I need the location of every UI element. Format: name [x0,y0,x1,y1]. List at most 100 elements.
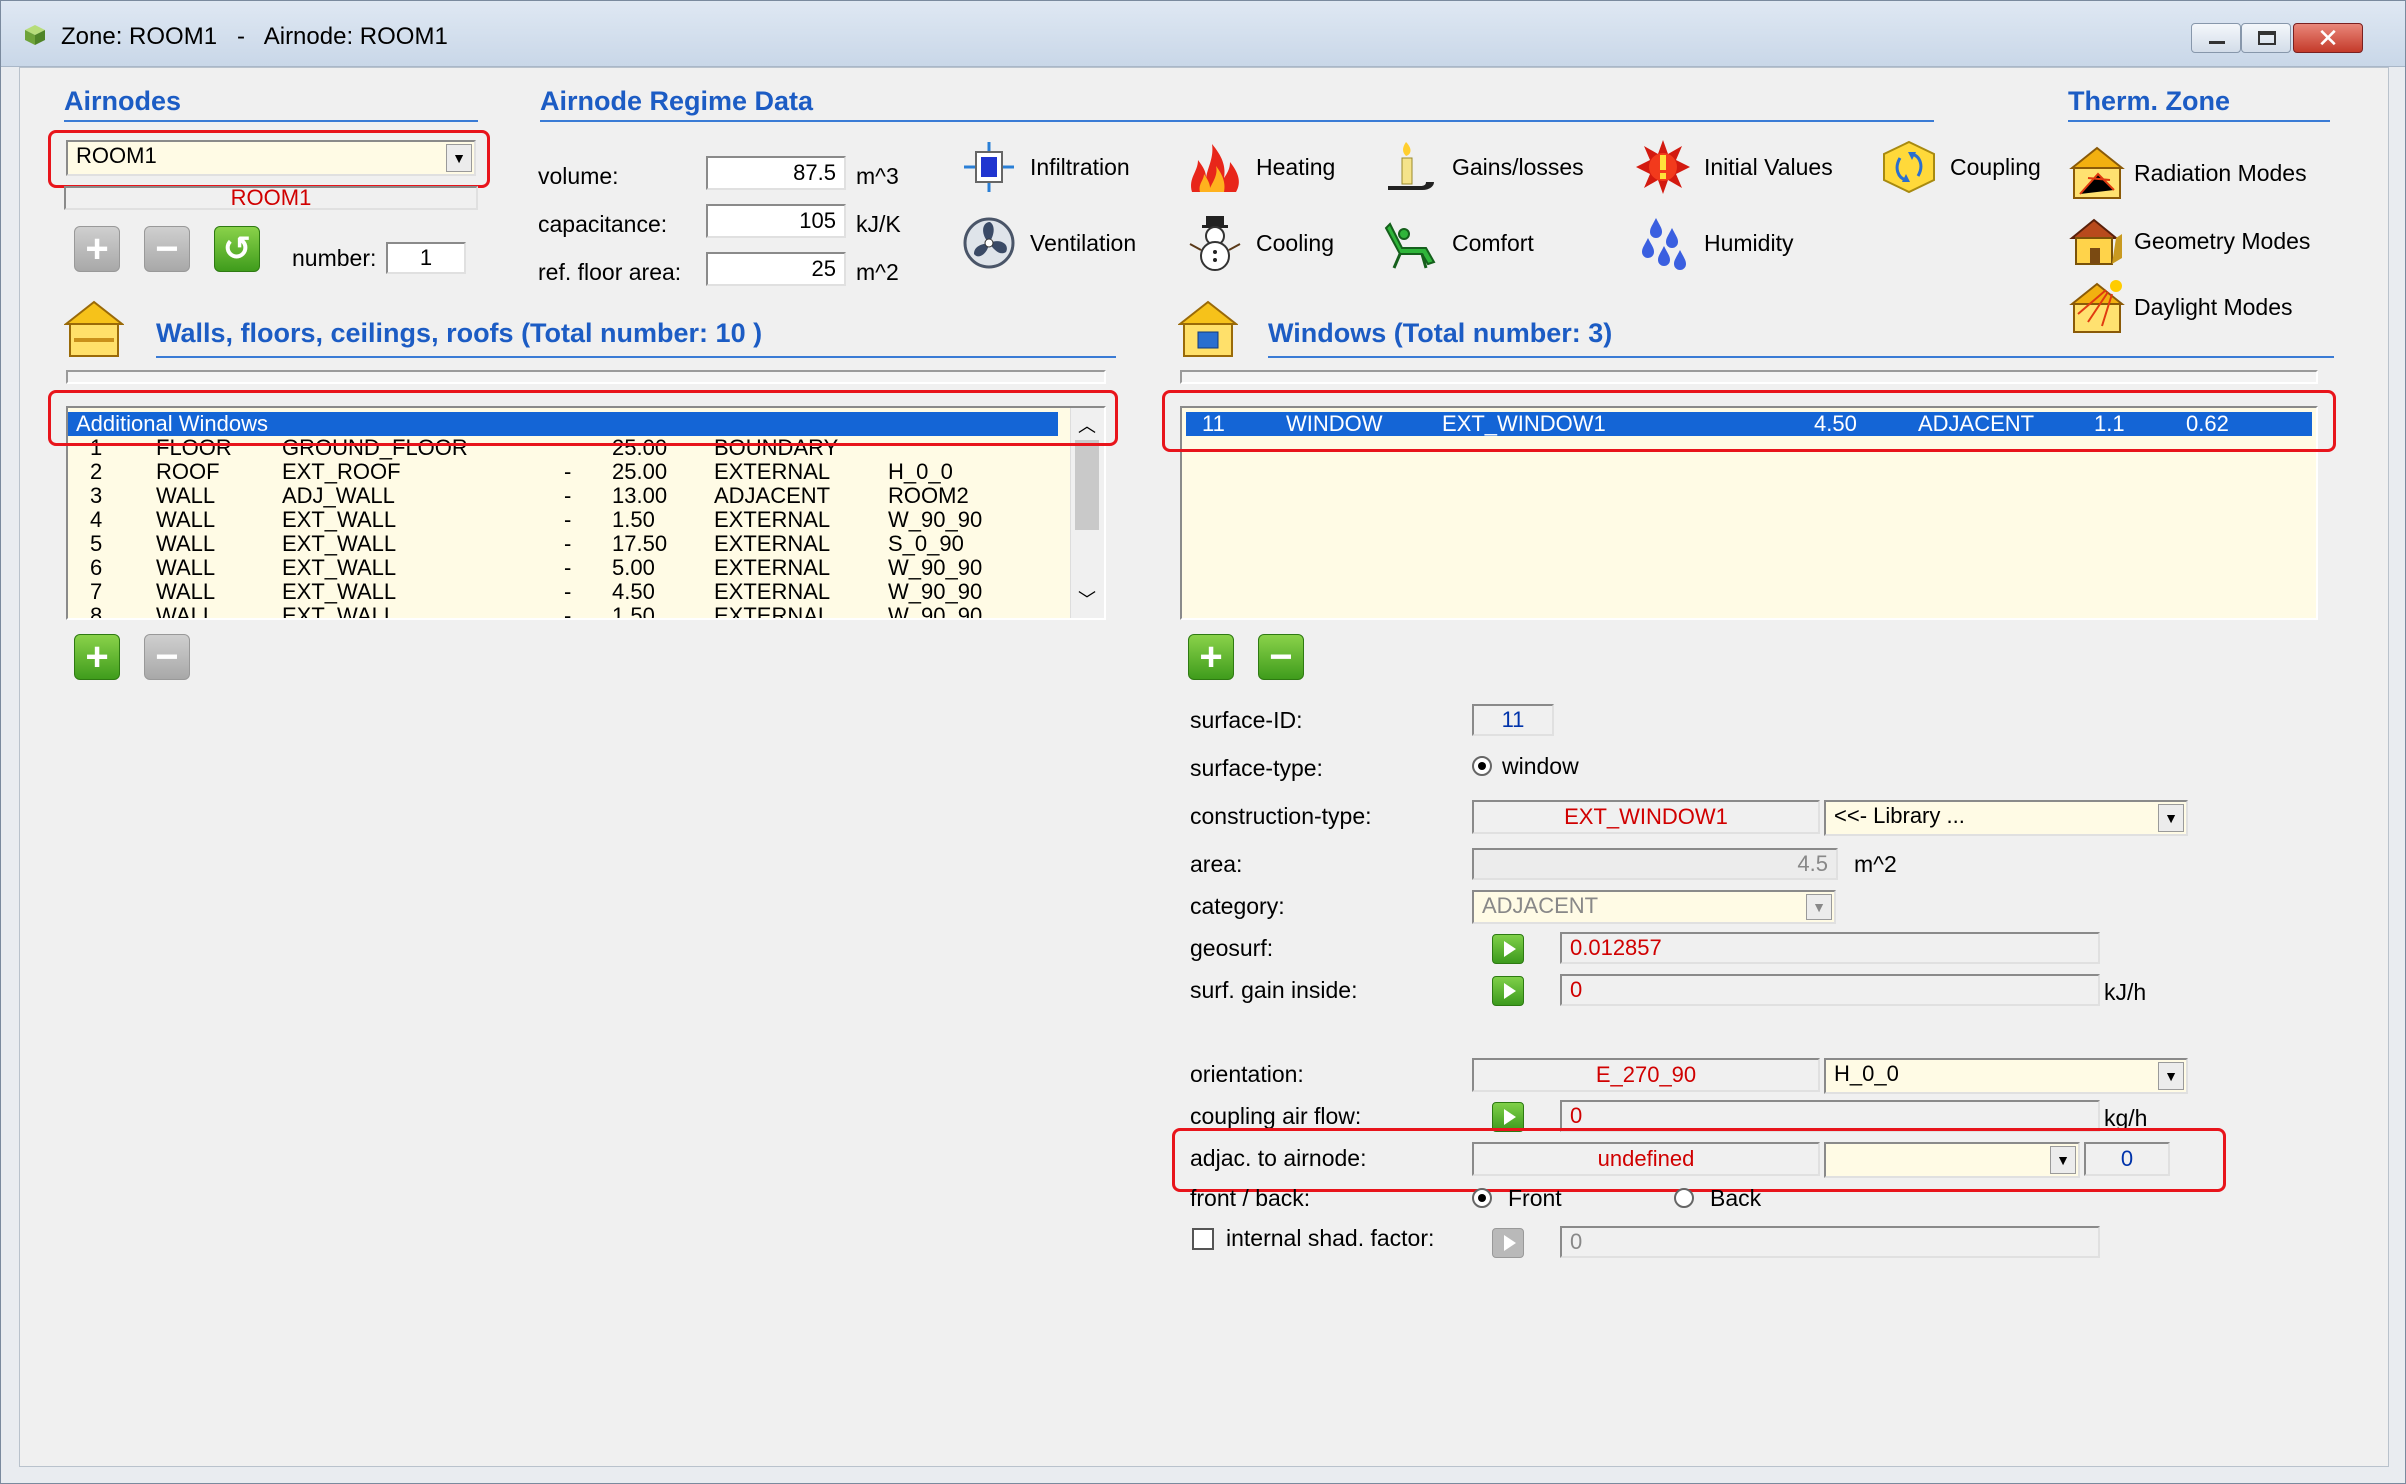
windows-column-header [1180,370,2318,384]
scroll-thumb[interactable] [1075,440,1099,530]
internal-shad-play-button[interactable] [1492,1228,1524,1258]
walls-list[interactable]: Additional Windows 1 FLOOR GROUND_FLOOR 25.… [66,406,1106,620]
close-icon[interactable]: ✕ [2293,23,2363,53]
table-row[interactable]: 11 WINDOW EXT_WINDOW1 4.50 ADJACENT 1.1 0.62 [1186,412,2312,436]
chevron-down-icon[interactable]: ▼ [1806,894,1832,920]
table-cell: - [564,603,572,620]
coupling-air-flow-field[interactable]: 0 [1560,1100,2100,1132]
chevron-down-icon[interactable]: ▼ [446,144,472,172]
table-cell: EXTERNAL [714,603,831,620]
geosurf-play-button[interactable] [1492,934,1524,964]
table-cell: 5.00 [612,555,655,580]
remove-wall-button[interactable]: − [144,634,190,680]
capacitance-input[interactable]: 105 [706,204,846,238]
alert-burst-icon [1634,138,1692,196]
internal-shad-checkbox[interactable] [1192,1228,1214,1250]
infiltration-button[interactable]: Infiltration [960,138,1130,196]
humidity-button[interactable]: Humidity [1634,214,1793,272]
walls-scrollbar[interactable]: ︿ ﹀ [1070,408,1104,618]
category-select[interactable]: ADJACENT ▼ [1472,890,1836,924]
remove-airnode-button[interactable]: − [144,226,190,272]
floor-area-unit: m^2 [856,259,899,285]
plus-icon: + [1199,635,1223,679]
adjac-airnode-number[interactable]: 0 [2084,1142,2170,1176]
cooling-button[interactable]: Cooling [1186,214,1334,272]
volume-unit: m^3 [856,163,899,189]
table-cell: ADJACENT [1918,411,2035,436]
add-wall-button[interactable]: + [74,634,120,680]
internal-shad-field[interactable]: 0 [1560,1226,2100,1258]
remove-window-button[interactable]: − [1258,634,1304,680]
front-radio[interactable] [1472,1188,1492,1208]
table-row[interactable]: 3 WALL ADJ_WALL - 13.00 ADJACENT ROOM2 [68,484,1058,508]
back-radio[interactable] [1674,1188,1694,1208]
refresh-airnode-button[interactable]: ↺ [214,226,260,272]
surf-gain-field[interactable]: 0 [1560,974,2100,1006]
chevron-down-icon[interactable]: ▼ [2158,1062,2184,1090]
initial-values-button[interactable]: Initial Values [1634,138,1833,196]
daylight-modes-button[interactable]: Daylight Modes [2068,278,2293,336]
airnode-name-field[interactable]: ROOM1 [64,186,478,210]
table-row[interactable]: 5 WALL EXT_WALL - 17.50 EXTERNAL S_0_90 [68,532,1058,556]
table-cell: - [564,555,572,580]
airnode-number-field[interactable]: 1 [386,242,466,274]
area-field[interactable]: 4.5 [1472,848,1838,880]
table-cell: FLOOR [156,435,232,460]
chevron-down-icon[interactable]: ▼ [2050,1146,2076,1174]
chevron-down-icon[interactable]: ▼ [2158,804,2184,832]
geosurf-field[interactable]: 0.012857 [1560,932,2100,964]
table-row[interactable]: 6 WALL EXT_WALL - 5.00 EXTERNAL W_90_90 [68,556,1058,580]
heating-button[interactable]: Heating [1186,138,1335,196]
table-cell: ADJACENT [714,483,831,508]
comfort-button[interactable]: Comfort [1382,214,1534,272]
table-cell: EXT_WINDOW1 [1442,411,1606,436]
table-cell: 17.50 [612,531,668,556]
table-row[interactable]: 2 ROOF EXT_ROOF - 25.00 EXTERNAL H_0_0 [68,460,1058,484]
coupling-button[interactable]: Coupling [1880,138,2041,196]
window-radio[interactable] [1472,756,1492,776]
table-cell: - [564,579,572,604]
table-cell: EXT_WALL [282,579,397,604]
table-cell: EXT_WALL [282,603,397,620]
table-row[interactable]: 4 WALL EXT_WALL - 1.50 EXTERNAL W_90_90 [68,508,1058,532]
app-cube-icon [23,23,47,47]
add-window-button[interactable]: + [1188,634,1234,680]
orientation-field[interactable]: E_270_90 [1472,1058,1820,1092]
adjac-airnode-select[interactable]: ▼ [1824,1142,2080,1178]
table-cell: BOUNDARY [714,435,839,460]
scroll-down-icon[interactable]: ﹀ [1071,586,1103,612]
windows-list[interactable]: 11 WINDOW EXT_WINDOW1 4.50 ADJACENT 1.1 0.62 [1180,406,2318,620]
construction-type-field[interactable]: EXT_WINDOW1 [1472,800,1820,834]
volume-input[interactable]: 87.5 [706,156,846,190]
orientation-select[interactable]: H_0_0 ▼ [1824,1058,2188,1094]
plus-icon: + [85,227,109,271]
airnode-select[interactable]: ROOM1 ▼ [66,140,476,176]
surface-id-field[interactable]: 11 [1472,704,1554,736]
table-cell: EXTERNAL [714,531,831,556]
geometry-modes-button[interactable]: Geometry Modes [2068,212,2310,270]
table-cell: - [564,459,572,484]
therm-zone-header: Therm. Zone [2068,86,2231,116]
surf-gain-play-button[interactable] [1492,976,1524,1006]
adjac-airnode-field[interactable]: undefined [1472,1142,1820,1176]
gains-losses-button[interactable]: Gains/losses [1382,138,1584,196]
radiation-modes-button[interactable]: Radiation Modes [2068,144,2307,202]
floor-area-input[interactable]: 25 [706,252,846,286]
minimize-icon[interactable] [2191,23,2241,53]
table-cell: EXTERNAL [714,579,831,604]
table-row[interactable]: 1 FLOOR GROUND_FLOOR 25.00 BOUNDARY [68,436,1058,460]
add-airnode-button[interactable]: + [74,226,120,272]
table-cell: 7 [90,579,103,604]
table-row[interactable]: 7 WALL EXT_WALL - 4.50 EXTERNAL W_90_90 [68,580,1058,604]
scroll-up-icon[interactable]: ︿ [1071,412,1103,438]
maximize-icon[interactable] [2241,23,2291,53]
table-cell: 0.62 [2186,411,2229,436]
coupling-play-button[interactable] [1492,1102,1524,1132]
library-select[interactable]: <<- Library ... ▼ [1824,800,2188,836]
list-item-selected[interactable]: Additional Windows [68,412,1058,436]
ventilation-button[interactable]: Ventilation [960,214,1136,272]
table-cell: 1.50 [612,603,655,620]
table-cell: 6 [90,555,103,580]
title-bar: Zone: ROOM1 - Airnode: ROOM1 ✕ [1,1,2405,67]
table-row[interactable]: 8 WALL EXT_WALL - 1.50 EXTERNAL W_90_90 [68,603,1058,620]
